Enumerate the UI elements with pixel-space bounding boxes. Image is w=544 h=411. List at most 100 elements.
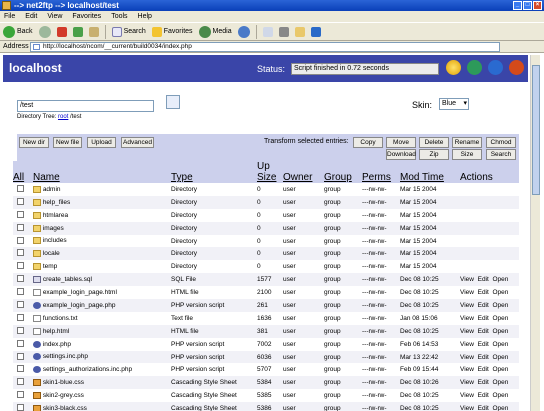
home-icon[interactable]: [88, 26, 99, 37]
open-link[interactable]: Open: [492, 302, 508, 309]
row-perms[interactable]: ---rw-rw-: [362, 338, 400, 351]
upload-button[interactable]: Upload: [87, 137, 116, 148]
row-perms[interactable]: ---rw-rw-: [362, 324, 400, 338]
row-perms[interactable]: ---rw-rw-: [362, 312, 400, 325]
menu-help[interactable]: Help: [138, 11, 152, 22]
favorites-button[interactable]: Favorites: [151, 26, 193, 37]
folder-icon[interactable]: [294, 26, 305, 37]
row-checkbox[interactable]: [17, 391, 24, 399]
view-link[interactable]: View: [460, 328, 474, 335]
search-button[interactable]: Search: [486, 149, 516, 160]
row-checkbox[interactable]: [17, 210, 24, 218]
edit-link[interactable]: Edit: [478, 379, 489, 386]
row-checkbox[interactable]: [17, 313, 24, 321]
menu-view[interactable]: View: [47, 11, 62, 22]
row-perms[interactable]: ---rw-rw-: [362, 273, 400, 287]
row-checkbox[interactable]: [17, 326, 24, 334]
open-link[interactable]: Open: [492, 405, 508, 411]
row-checkbox[interactable]: [17, 249, 24, 257]
directory-input[interactable]: /test: [17, 100, 154, 112]
header-group[interactable]: Group: [324, 161, 362, 183]
open-link[interactable]: Open: [492, 328, 508, 335]
row-name[interactable]: includes: [43, 238, 67, 245]
row-checkbox[interactable]: [17, 300, 24, 308]
edit-link[interactable]: Edit: [478, 366, 489, 373]
row-perms[interactable]: ---rw-rw-: [362, 235, 400, 248]
row-checkbox[interactable]: [17, 352, 24, 360]
row-checkbox[interactable]: [17, 365, 24, 373]
delete-button[interactable]: Delete: [419, 137, 449, 148]
print-icon[interactable]: [278, 26, 289, 37]
row-checkbox[interactable]: [17, 184, 24, 192]
search-button[interactable]: Search: [111, 26, 146, 37]
row-perms[interactable]: ---rw-rw-: [362, 286, 400, 299]
history-icon[interactable]: [237, 25, 250, 38]
row-perms[interactable]: ---rw-rw-: [362, 260, 400, 273]
edit-link[interactable]: Edit: [478, 392, 489, 399]
view-link[interactable]: View: [460, 302, 474, 309]
header-type[interactable]: Type: [171, 161, 257, 183]
row-name[interactable]: locale: [43, 251, 60, 258]
rename-button[interactable]: Rename: [452, 137, 482, 148]
refresh-icon[interactable]: [467, 60, 482, 75]
edit-link[interactable]: Edit: [478, 315, 489, 322]
skin-select[interactable]: Blue: [439, 98, 469, 110]
open-link[interactable]: Open: [492, 366, 508, 373]
row-name[interactable]: help.html: [43, 328, 69, 335]
view-link[interactable]: View: [460, 392, 474, 399]
row-perms[interactable]: ---rw-rw-: [362, 389, 400, 402]
row-name[interactable]: create_tables.sql: [43, 276, 92, 283]
header-size[interactable]: Up Size: [257, 161, 283, 183]
row-checkbox[interactable]: [17, 288, 24, 296]
copy-button[interactable]: Copy: [353, 137, 383, 148]
row-name[interactable]: skin2-grey.css: [43, 392, 84, 399]
row-name[interactable]: functions.txt: [43, 315, 78, 322]
advanced-button[interactable]: Advanced: [121, 137, 154, 148]
maximize-button[interactable]: □: [523, 1, 532, 10]
header-all[interactable]: All: [13, 161, 33, 183]
open-link[interactable]: Open: [492, 341, 508, 348]
row-name[interactable]: help_files: [43, 199, 70, 206]
row-perms[interactable]: ---rw-rw-: [362, 350, 400, 364]
row-name[interactable]: skin1-blue.css: [43, 379, 84, 386]
row-perms[interactable]: ---rw-rw-: [362, 183, 400, 196]
help-icon[interactable]: [488, 60, 503, 75]
header-mtime[interactable]: Mod Time: [400, 161, 460, 183]
stop-icon[interactable]: [56, 26, 67, 37]
edit-link[interactable]: Edit: [478, 276, 489, 283]
header-perms[interactable]: Perms: [362, 161, 400, 183]
row-name[interactable]: settings_authorizations.inc.php: [43, 367, 132, 374]
new-file-button[interactable]: New file: [53, 137, 82, 148]
row-perms[interactable]: ---rw-rw-: [362, 221, 400, 235]
row-name[interactable]: admin: [43, 186, 61, 193]
row-checkbox[interactable]: [17, 223, 24, 231]
row-perms[interactable]: ---rw-rw-: [362, 247, 400, 261]
row-checkbox[interactable]: [17, 275, 24, 283]
row-name[interactable]: example_login_page.html: [43, 289, 117, 296]
edit-link[interactable]: Edit: [478, 289, 489, 296]
mail-icon[interactable]: [262, 26, 273, 37]
menu-favorites[interactable]: Favorites: [72, 11, 101, 22]
minimize-button[interactable]: _: [513, 1, 522, 10]
edit-link[interactable]: Edit: [478, 405, 489, 411]
edit-link[interactable]: Edit: [478, 302, 489, 309]
open-link[interactable]: Open: [492, 354, 508, 361]
row-name[interactable]: settings.inc.php: [43, 354, 88, 361]
view-link[interactable]: View: [460, 289, 474, 296]
media-button[interactable]: Media: [198, 25, 232, 38]
tree-root-link[interactable]: root: [58, 114, 68, 120]
forward-button[interactable]: [38, 25, 51, 38]
row-name[interactable]: example_login_page.php: [43, 302, 116, 309]
view-link[interactable]: View: [460, 405, 474, 411]
row-checkbox[interactable]: [17, 404, 24, 411]
scrollbar-thumb[interactable]: [532, 65, 540, 195]
chmod-button[interactable]: Chmod: [486, 137, 516, 148]
download-button[interactable]: Download: [386, 149, 416, 160]
vertical-scrollbar[interactable]: [530, 55, 540, 411]
row-name[interactable]: skin3-black.css: [43, 405, 87, 411]
back-button[interactable]: Back: [3, 25, 33, 38]
row-perms[interactable]: ---rw-rw-: [362, 363, 400, 376]
view-link[interactable]: View: [460, 354, 474, 361]
messenger-icon[interactable]: [310, 26, 321, 37]
row-name[interactable]: htmlarea: [43, 212, 68, 219]
